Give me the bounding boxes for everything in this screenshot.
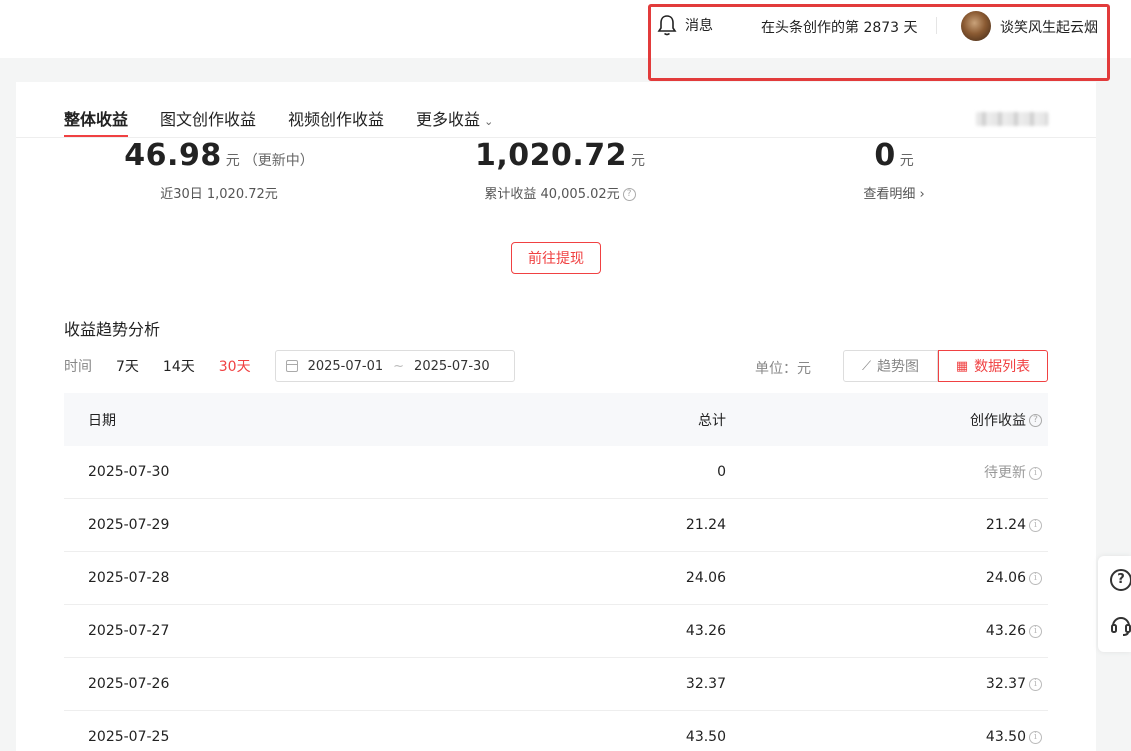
tab-video-income[interactable]: 视频创作收益: [288, 106, 384, 136]
info-icon[interactable]: i: [1029, 466, 1042, 480]
info-icon[interactable]: i: [1029, 624, 1042, 638]
tab-label: 视频创作收益: [288, 110, 385, 129]
cell-creation: 43.26: [985, 623, 1026, 639]
stat-yesterday: 46.98 元（更新中） 近30日 1,020.72元: [69, 138, 369, 202]
date-start: 2025-07-01: [307, 358, 384, 374]
option-30-days[interactable]: 30天: [219, 356, 251, 376]
stat-unit: 元: [631, 153, 646, 169]
cell-creation: 待更新: [984, 465, 1026, 481]
cell-total: 43.26: [685, 623, 726, 639]
table-icon: ▦: [955, 358, 969, 374]
data-table-label: 数据列表: [974, 359, 1031, 375]
view-details-link[interactable]: 查看明细 ›: [744, 183, 1044, 202]
table-row: 2025-07-27 43.26 43.26 i: [64, 605, 1048, 658]
date-separator: ~: [393, 358, 405, 374]
help-icon[interactable]: ?: [622, 188, 636, 201]
info-icon[interactable]: i: [1029, 571, 1042, 585]
help-icon[interactable]: ?: [1029, 414, 1042, 427]
tab-bar: 整体收益 图文创作收益 视频创作收益 更多收益 ⌄: [64, 106, 493, 137]
blurred-link[interactable]: [976, 112, 1048, 126]
cell-total: 21.24: [685, 517, 726, 533]
header-total: 总计: [698, 412, 726, 429]
date-end: 2025-07-30: [414, 358, 490, 374]
tab-overall-income[interactable]: 整体收益: [64, 106, 129, 137]
view-toggle: ⟋ 趋势图 ▦ 数据列表: [843, 350, 1048, 382]
cell-total: 0: [717, 464, 726, 480]
income-card: 整体收益 图文创作收益 视频创作收益 更多收益 ⌄ 46.98 元（更新中） 近30…: [16, 82, 1096, 751]
tab-article-income[interactable]: 图文创作收益: [160, 106, 256, 136]
cell-total: 43.50: [685, 729, 726, 745]
date-range-picker[interactable]: 2025-07-01 ~ 2025-07-30: [274, 350, 515, 382]
stat-unit: 元: [225, 153, 240, 169]
tab-label: 图文创作收益: [160, 110, 257, 129]
income-table: 日期 总计 创作收益? 2025-07-30 0 待更新 i 2025-07-29…: [64, 393, 1048, 751]
cell-date: 2025-07-27: [88, 623, 170, 639]
info-icon[interactable]: i: [1029, 677, 1042, 691]
unit-label: 单位：元: [755, 361, 811, 377]
cell-date: 2025-07-29: [88, 517, 170, 533]
line-chart-icon: ⟋: [861, 358, 872, 374]
help-icon[interactable]: ?: [1110, 569, 1131, 591]
cell-creation: 21.24: [985, 517, 1026, 533]
info-icon[interactable]: i: [1029, 518, 1042, 532]
stat-pending: 0元 查看明细 ›: [744, 138, 1044, 202]
stat-value: 1,020.72: [474, 138, 628, 173]
stat-sub: 近30日 1,020.72元: [160, 187, 278, 202]
stat-note: （更新中）: [243, 153, 314, 169]
cell-date: 2025-07-26: [88, 676, 170, 692]
stat-value: 0: [874, 138, 896, 173]
section-title: 收益趋势分析: [64, 320, 161, 339]
trend-chart-button[interactable]: ⟋ 趋势图: [843, 350, 938, 382]
header-date: 日期: [88, 412, 116, 429]
side-help-widget: ?: [1098, 556, 1131, 652]
cell-creation: 24.06: [985, 570, 1026, 586]
cell-total: 24.06: [685, 570, 726, 586]
stat-unit: 元: [899, 153, 914, 169]
table-row: 2025-07-26 32.37 32.37 i: [64, 658, 1048, 711]
info-icon[interactable]: i: [1029, 730, 1042, 744]
tab-label: 整体收益: [64, 110, 129, 129]
data-table-button[interactable]: ▦ 数据列表: [938, 350, 1048, 382]
tab-more-income[interactable]: 更多收益 ⌄: [416, 106, 493, 136]
highlight-box: [648, 4, 1110, 81]
cell-creation: 43.50: [985, 729, 1026, 745]
cell-total: 32.37: [685, 676, 726, 692]
trend-chart-label: 趋势图: [877, 359, 920, 375]
table-row: 2025-07-28 24.06 24.06 i: [64, 552, 1048, 605]
chevron-down-icon: ⌄: [484, 115, 494, 128]
time-filters: 时间 7天 14天 30天 2025-07-01 ~ 2025-07-30: [64, 350, 515, 382]
time-label: 时间: [64, 359, 92, 375]
table-row: 2025-07-30 0 待更新 i: [64, 446, 1048, 499]
cell-date: 2025-07-28: [88, 570, 170, 586]
withdraw-button[interactable]: 前往提现: [511, 242, 601, 274]
header-creation: 创作收益: [970, 412, 1026, 429]
table-row: 2025-07-25 43.50 43.50 i: [64, 711, 1048, 751]
option-7-days[interactable]: 7天: [116, 356, 139, 376]
cell-date: 2025-07-30: [88, 464, 170, 480]
customer-service-icon[interactable]: [1110, 614, 1131, 636]
calendar-icon: [285, 360, 298, 372]
table-row: 2025-07-29 21.24 21.24 i: [64, 499, 1048, 552]
tab-label: 更多收益: [416, 110, 481, 129]
stat-value: 46.98: [124, 138, 222, 173]
stat-sub: 累计收益 40,005.02元: [484, 187, 620, 202]
stat-month: 1,020.72 元 累计收益 40,005.02元?: [410, 138, 710, 202]
table-header: 日期 总计 创作收益?: [64, 393, 1048, 446]
cell-creation: 32.37: [985, 676, 1026, 692]
option-14-days[interactable]: 14天: [163, 356, 195, 376]
cell-date: 2025-07-25: [88, 729, 170, 745]
